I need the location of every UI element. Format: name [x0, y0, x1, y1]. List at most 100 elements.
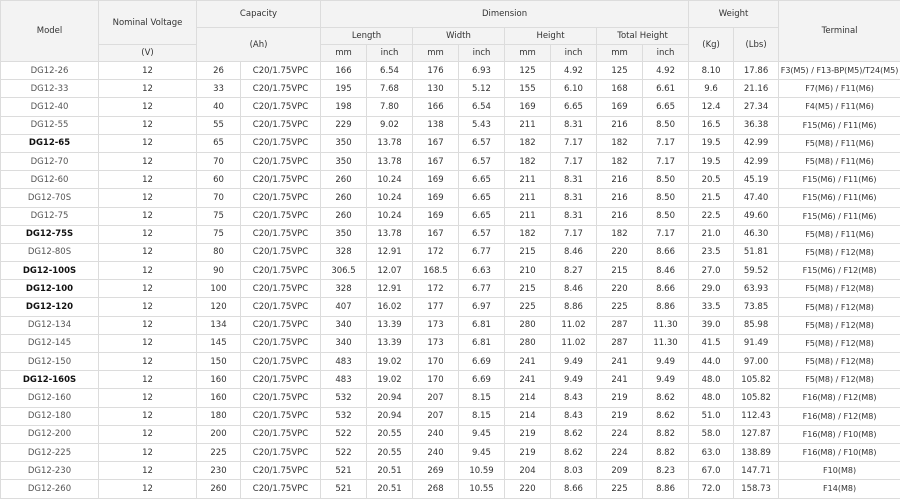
cell-length-mm: 260: [320, 188, 367, 208]
cell-weight-lbs: 105.82: [733, 370, 780, 390]
cell-terminal: F15(M6) / F11(M6): [778, 206, 900, 226]
cell-total-height-mm: 216: [596, 206, 643, 226]
cell-terminal: F5(M8) / F12(M8): [778, 370, 900, 390]
cell-total-height-inch: 8.66: [641, 242, 690, 263]
cell-weight-kg: 12.4: [688, 97, 735, 117]
cell-height-mm: 219: [504, 424, 551, 444]
cell-rate: C20/1.75VPC: [240, 333, 321, 354]
cell-width-mm: 166: [412, 97, 459, 117]
cell-weight-lbs: 51.81: [733, 242, 780, 263]
table-row: DG12-60 12 60 C20/1.75VPC 260 10.24 169 6.65 211…: [0, 170, 900, 190]
cell-model: DG12-230: [0, 461, 99, 481]
cell-width-inch: 8.15: [458, 388, 505, 408]
cell-width-mm: 169: [412, 206, 459, 226]
cell-width-inch: 6.57: [458, 133, 505, 153]
cell-rate: C20/1.75VPC: [240, 315, 321, 335]
cell-voltage: 12: [98, 151, 197, 172]
cell-height-mm: 125: [504, 60, 551, 81]
cell-width-mm: 138: [412, 115, 459, 135]
cell-weight-lbs: 17.86: [733, 60, 780, 81]
cell-width-inch: 6.63: [458, 261, 505, 281]
cell-model: DG12-26: [0, 60, 99, 81]
cell-rate: C20/1.75VPC: [240, 388, 321, 408]
cell-total-height-inch: 11.30: [641, 315, 690, 335]
table-row: DG12-134 12 134 C20/1.75VPC 340 13.39 173 6.81 2…: [0, 315, 900, 335]
cell-length-inch: 7.80: [366, 97, 413, 117]
header-nominal-voltage: Nominal Voltage: [98, 0, 197, 45]
cell-weight-lbs: 21.16: [733, 79, 780, 99]
cell-voltage: 12: [98, 170, 197, 190]
cell-width-mm: 173: [412, 315, 459, 335]
cell-rate: C20/1.75VPC: [240, 60, 321, 81]
cell-rate: C20/1.75VPC: [240, 370, 321, 390]
cell-total-height-mm: 219: [596, 388, 643, 408]
cell-weight-lbs: 42.99: [733, 151, 780, 172]
cell-terminal: F16(M8) / F12(M8): [778, 388, 900, 408]
cell-voltage: 12: [98, 479, 197, 499]
cell-length-mm: 166: [320, 60, 367, 81]
cell-model: DG12-180: [0, 406, 99, 426]
cell-width-mm: 167: [412, 224, 459, 244]
cell-total-height-mm: 287: [596, 315, 643, 335]
table-row: DG12-55 12 55 C20/1.75VPC 229 9.02 138 5.43 211 8…: [0, 115, 900, 135]
cell-capacity: 145: [196, 333, 241, 354]
cell-terminal: F15(M6) / F11(M6): [778, 170, 900, 190]
cell-capacity: 75: [196, 224, 241, 244]
cell-weight-lbs: 42.99: [733, 133, 780, 153]
cell-capacity: 225: [196, 442, 241, 463]
cell-weight-lbs: 49.60: [733, 206, 780, 226]
cell-width-mm: 168.5: [412, 261, 459, 281]
cell-rate: C20/1.75VPC: [240, 224, 321, 244]
cell-rate: C20/1.75VPC: [240, 79, 321, 99]
cell-capacity: 180: [196, 406, 241, 426]
header-total-height-mm: mm: [596, 44, 643, 62]
cell-length-inch: 9.02: [366, 115, 413, 135]
cell-weight-kg: 8.10: [688, 60, 735, 81]
cell-weight-kg: 16.5: [688, 115, 735, 135]
cell-weight-lbs: 85.98: [733, 315, 780, 335]
cell-total-height-inch: 8.62: [641, 388, 690, 408]
cell-terminal: F5(M8) / F11(M6): [778, 224, 900, 244]
cell-voltage: 12: [98, 224, 197, 244]
cell-length-mm: 328: [320, 242, 367, 263]
table-row: DG12-75 12 75 C20/1.75VPC 260 10.24 169 6.65 211…: [0, 206, 900, 226]
cell-length-mm: 483: [320, 351, 367, 372]
cell-model: DG12-60: [0, 170, 99, 190]
cell-width-inch: 6.77: [458, 242, 505, 263]
cell-total-height-mm: 220: [596, 242, 643, 263]
cell-model: DG12-145: [0, 333, 99, 354]
cell-height-inch: 8.43: [550, 406, 597, 426]
cell-height-inch: 8.31: [550, 188, 597, 208]
cell-weight-kg: 20.5: [688, 170, 735, 190]
cell-terminal: F5(M8) / F12(M8): [778, 351, 900, 372]
cell-rate: C20/1.75VPC: [240, 424, 321, 444]
cell-height-mm: 182: [504, 224, 551, 244]
cell-height-inch: 8.46: [550, 242, 597, 263]
cell-terminal: F16(M8) / F12(M8): [778, 406, 900, 426]
cell-weight-kg: 19.5: [688, 151, 735, 172]
cell-height-inch: 8.62: [550, 442, 597, 463]
cell-rate: C20/1.75VPC: [240, 461, 321, 481]
cell-voltage: 12: [98, 79, 197, 99]
cell-capacity: 80: [196, 242, 241, 263]
cell-weight-kg: 9.6: [688, 79, 735, 99]
table-row: DG12-65 12 65 C20/1.75VPC 350 13.78 167 6.57 182…: [0, 133, 900, 153]
header-model: Model: [0, 0, 99, 62]
cell-length-mm: 350: [320, 151, 367, 172]
table-row: DG12-40 12 40 C20/1.75VPC 198 7.80 166 6.54 169 6…: [0, 97, 900, 117]
cell-model: DG12-160: [0, 388, 99, 408]
cell-terminal: F15(M6) / F11(M6): [778, 188, 900, 208]
cell-model: DG12-100S: [0, 261, 99, 281]
table-row: DG12-230 12 230 C20/1.75VPC 521 20.51 269 10.59…: [0, 461, 900, 481]
cell-total-height-inch: 8.82: [641, 442, 690, 463]
cell-voltage: 12: [98, 133, 197, 153]
cell-width-mm: 173: [412, 333, 459, 354]
cell-total-height-inch: 8.82: [641, 424, 690, 444]
cell-weight-lbs: 97.00: [733, 351, 780, 372]
cell-total-height-inch: 9.49: [641, 370, 690, 390]
cell-model: DG12-120: [0, 297, 99, 317]
cell-length-mm: 521: [320, 461, 367, 481]
cell-weight-kg: 51.0: [688, 406, 735, 426]
cell-total-height-mm: 209: [596, 461, 643, 481]
cell-total-height-mm: 216: [596, 170, 643, 190]
